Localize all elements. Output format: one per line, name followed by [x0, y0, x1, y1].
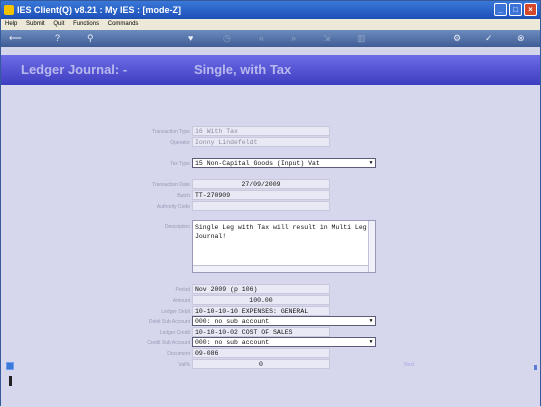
credit-sub-account-label: Credit Sub Account [147, 340, 190, 346]
toolbar: ⟵ ? ⚲ ♥ ◷ « » ⇲ ▥ ⚙ ✓ ⊗ [1, 30, 540, 47]
close-icon[interactable]: × [524, 3, 537, 16]
cancel-icon[interactable]: ⊗ [517, 32, 525, 44]
chevron-down-icon[interactable]: ▼ [368, 160, 374, 166]
rewind-icon[interactable]: « [259, 32, 264, 44]
help-icon[interactable]: ? [55, 32, 60, 44]
heart-icon[interactable]: ♥ [188, 32, 193, 44]
credit-sub-account-select[interactable]: 000: no sub account ▼ [192, 337, 376, 347]
debit-sub-account-select[interactable]: 000: no sub account ▼ [192, 316, 376, 326]
operator-label: Operator [170, 140, 190, 146]
menu-functions[interactable]: Functions [73, 21, 99, 27]
title-bar: IES Client(Q) v8.21 : My IES : [mode-Z] … [1, 1, 540, 19]
vat-label: Vat% [178, 362, 190, 368]
description-label: Description [164, 224, 190, 230]
right-marker-icon [534, 365, 537, 370]
tax-type-value: 15 Non-Capital Goods (Input) Vat [195, 160, 320, 167]
minimize-icon[interactable]: _ [494, 3, 507, 16]
horizontal-scrollbar[interactable] [193, 265, 368, 272]
authority-code-field[interactable] [192, 201, 330, 211]
page-subtitle: Single, with Tax [194, 62, 292, 77]
page-header: Ledger Journal: - Single, with Tax [1, 55, 540, 85]
credit-sub-account-value: 000: no sub account [195, 339, 270, 346]
tax-type-select[interactable]: 15 Non-Capital Goods (Input) Vat ▼ [192, 158, 376, 168]
menu-quit[interactable]: Quit [53, 21, 64, 27]
next-link[interactable]: Next [404, 362, 414, 368]
menu-commands[interactable]: Commands [108, 21, 139, 27]
ledger-debit-field[interactable]: 10-10-10-10 EXPENSES: GENERAL [192, 306, 330, 316]
journal-form: Transaction Type 16 With Tax Operator Io… [1, 85, 540, 407]
operator-field: Ionny Lindefeldt [192, 137, 330, 147]
side-marker-icon [9, 376, 12, 386]
app-icon [4, 5, 14, 15]
ok-icon[interactable]: ✓ [485, 32, 493, 44]
transaction-type-label: Transaction Type [151, 129, 190, 135]
batch-label: Batch [177, 193, 190, 199]
chevron-down-icon[interactable]: ▼ [368, 339, 374, 345]
description-text: Single Leg with Tax will result in Multi… [195, 224, 367, 240]
menu-help[interactable]: Help [5, 21, 17, 27]
page-title: Ledger Journal: - [21, 62, 128, 77]
settings-icon[interactable]: ⚙ [453, 32, 461, 44]
clock-icon[interactable]: ◷ [223, 32, 231, 44]
transaction-date-field[interactable]: 27/09/2009 [192, 179, 330, 189]
side-indicator-icon[interactable] [6, 362, 14, 370]
export-icon[interactable]: ⇲ [323, 32, 331, 44]
document-field[interactable]: 09-086 [192, 348, 330, 358]
vat-field[interactable]: 0 [192, 359, 330, 369]
ledger-credit-field[interactable]: 10-10-10-02 COST OF SALES [192, 327, 330, 337]
transaction-date-label: Transaction Date [152, 182, 190, 188]
search-icon[interactable]: ⚲ [87, 32, 94, 44]
debit-sub-account-value: 000: no sub account [195, 318, 270, 325]
vertical-scrollbar[interactable] [368, 221, 375, 272]
transaction-type-field: 16 With Tax [192, 126, 330, 136]
amount-label: Amount [172, 298, 190, 304]
debit-sub-account-label: Debit Sub Account [148, 319, 190, 325]
batch-field[interactable]: TT-270909 [192, 190, 330, 200]
document-label: Document [167, 351, 190, 357]
ledger-credit-label: Ledger Credit [159, 330, 190, 336]
app-window: IES Client(Q) v8.21 : My IES : [mode-Z] … [0, 0, 541, 407]
authority-code-label: Authority Code [156, 204, 190, 210]
window-title: IES Client(Q) v8.21 : My IES : [mode-Z] [17, 5, 182, 15]
period-label: Period [175, 287, 190, 293]
maximize-icon[interactable]: □ [509, 3, 522, 16]
window-controls: _ □ × [494, 3, 537, 16]
trash-icon[interactable]: ▥ [357, 32, 366, 44]
menu-bar: Help Submit Quit Functions Commands [1, 19, 540, 30]
tax-type-label: Tax Type [170, 161, 190, 167]
forward-icon[interactable]: » [291, 32, 296, 44]
period-field[interactable]: Nov 2009 (p 106) [192, 284, 330, 294]
ledger-debit-label: Ledger Debit [161, 309, 190, 315]
chevron-down-icon[interactable]: ▼ [368, 318, 374, 324]
menu-submit[interactable]: Submit [26, 21, 45, 27]
amount-field[interactable]: 100.00 [192, 295, 330, 305]
back-arrow-icon[interactable]: ⟵ [9, 32, 22, 44]
description-textarea[interactable]: Single Leg with Tax will result in Multi… [192, 220, 376, 273]
